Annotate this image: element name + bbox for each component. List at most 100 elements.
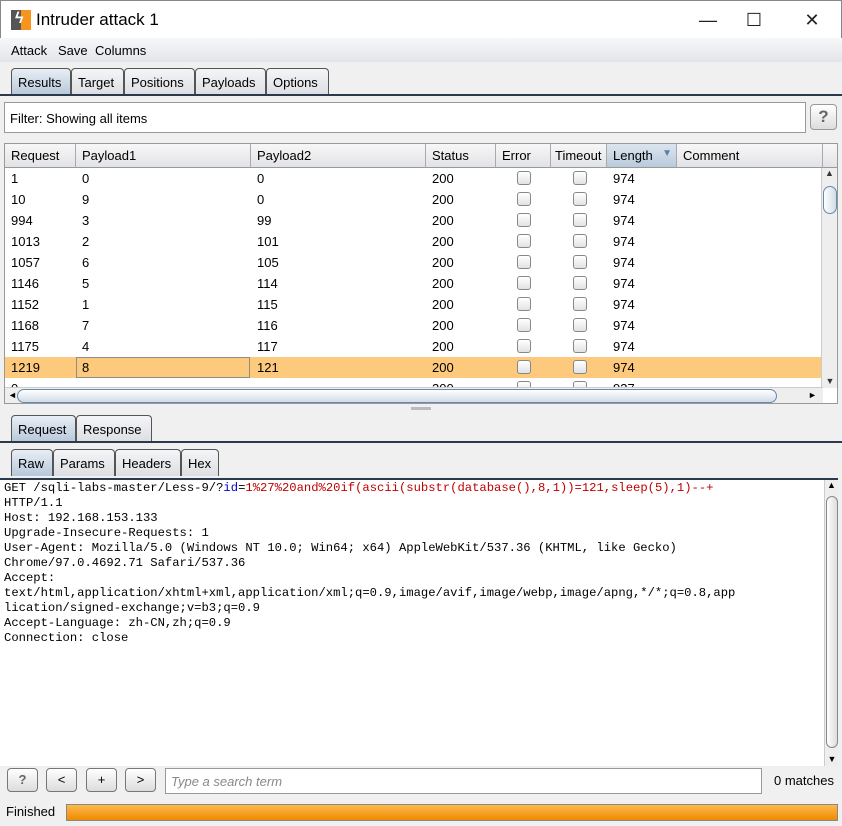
tab-request[interactable]: Request bbox=[11, 415, 76, 442]
column-header-length-label: Length bbox=[613, 148, 653, 163]
editor-scroll-thumb[interactable] bbox=[826, 496, 838, 748]
timeout-checkbox bbox=[573, 318, 587, 332]
search-help-button[interactable]: ? bbox=[7, 768, 38, 792]
column-header-error[interactable]: Error bbox=[496, 144, 551, 168]
column-header-payload1[interactable]: Payload1 bbox=[76, 144, 251, 168]
horizontal-scroll-thumb[interactable] bbox=[17, 389, 777, 403]
column-header-status[interactable]: Status bbox=[426, 144, 496, 168]
cell-status: 200 bbox=[432, 192, 454, 207]
cell-payload2: 105 bbox=[257, 255, 279, 270]
maximize-button[interactable]: ☐ bbox=[731, 7, 777, 33]
search-next-button[interactable]: > bbox=[125, 768, 156, 792]
column-header-comment[interactable]: Comment bbox=[677, 144, 823, 168]
request-header-line: Accept-Language: zh-CN,zh;q=0.9 bbox=[4, 616, 231, 630]
request-header-line: HTTP/1.1 bbox=[4, 496, 63, 510]
tab-divider bbox=[0, 94, 842, 96]
cell-request: 1013 bbox=[11, 234, 40, 249]
cell-payload1: 7 bbox=[82, 318, 90, 333]
cell-payload1: 5 bbox=[82, 276, 90, 291]
cell-payload1: 0 bbox=[82, 171, 90, 186]
menu-save[interactable]: Save bbox=[58, 43, 88, 58]
error-checkbox bbox=[517, 192, 531, 206]
cell-length: 974 bbox=[613, 297, 635, 312]
menu-columns[interactable]: Columns bbox=[95, 43, 146, 58]
request-header-line: Accept: bbox=[4, 571, 56, 585]
split-pane-divider[interactable] bbox=[411, 407, 431, 410]
timeout-checkbox bbox=[573, 192, 587, 206]
scroll-up-icon[interactable]: ▲ bbox=[822, 168, 837, 178]
title-bar: ϟ Intruder attack 1 — ☐ ✕ bbox=[0, 0, 842, 38]
scroll-down-icon[interactable]: ▼ bbox=[822, 376, 837, 386]
search-match-count: 0 matches bbox=[774, 773, 834, 788]
table-row[interactable]: 1057 6 105 200 974 bbox=[5, 252, 823, 273]
request-line: GET /sqli-labs-master/Less-9/?id=1%27%20… bbox=[4, 481, 713, 496]
tab-hex[interactable]: Hex bbox=[181, 449, 219, 476]
cell-payload2: 114 bbox=[257, 276, 278, 291]
menu-attack[interactable]: Attack bbox=[11, 43, 47, 58]
table-row[interactable]: 1175 4 117 200 974 bbox=[5, 336, 823, 357]
cell-request: 1175 bbox=[11, 339, 39, 354]
cell-payload2: 117 bbox=[257, 339, 278, 354]
tab-options[interactable]: Options bbox=[266, 68, 329, 95]
column-header-payload2[interactable]: Payload2 bbox=[251, 144, 426, 168]
editor-scroll-down-icon[interactable]: ▼ bbox=[825, 754, 839, 764]
error-checkbox bbox=[517, 213, 531, 227]
tab-params[interactable]: Params bbox=[53, 449, 115, 476]
cell-status: 200 bbox=[432, 297, 454, 312]
tab-response[interactable]: Response bbox=[76, 415, 152, 442]
table-row[interactable]: 1152 1 115 200 974 bbox=[5, 294, 823, 315]
cell-length: 974 bbox=[613, 171, 635, 186]
cell-payload2: 101 bbox=[257, 234, 279, 249]
table-row[interactable]: 1 0 0 200 974 bbox=[5, 168, 823, 189]
table-horizontal-scrollbar[interactable]: ◄ ► bbox=[5, 387, 823, 403]
table-row[interactable]: 1013 2 101 200 974 bbox=[5, 231, 823, 252]
cell-payload1: 1 bbox=[82, 297, 90, 312]
search-add-button[interactable]: + bbox=[86, 768, 117, 792]
table-row[interactable]: 1219 8 121 200 974 bbox=[5, 357, 823, 378]
menu-bar: Attack Save Columns bbox=[0, 38, 842, 62]
table-vertical-scrollbar[interactable]: ▲ ▼ bbox=[821, 168, 837, 388]
cell-status: 200 bbox=[432, 276, 454, 291]
editor-scroll-up-icon[interactable]: ▲ bbox=[825, 480, 838, 490]
request-header-line: Upgrade-Insecure-Requests: 1 bbox=[4, 526, 209, 540]
cell-length: 974 bbox=[613, 339, 635, 354]
cell-payload2: 115 bbox=[257, 297, 278, 312]
cell-request: 1168 bbox=[11, 318, 39, 333]
table-row[interactable]: 994 3 99 200 974 bbox=[5, 210, 823, 231]
column-header-timeout[interactable]: Timeout bbox=[551, 144, 607, 168]
help-button[interactable]: ? bbox=[810, 104, 837, 130]
column-header-length[interactable]: Length ▼ bbox=[607, 144, 677, 168]
vertical-scroll-thumb[interactable] bbox=[823, 186, 837, 214]
results-table: Request Payload1 Payload2 Status Error T… bbox=[4, 143, 838, 404]
request-header-line: lication/signed-exchange;v=b3;q=0.9 bbox=[4, 601, 260, 615]
table-row[interactable]: 1146 5 114 200 974 bbox=[5, 273, 823, 294]
search-input[interactable]: Type a search term bbox=[165, 768, 762, 794]
editor-scrollbar[interactable]: ▲ ▼ bbox=[824, 480, 838, 766]
tab-positions[interactable]: Positions bbox=[124, 68, 195, 95]
request-editor[interactable]: GET /sqli-labs-master/Less-9/?id=1%27%20… bbox=[0, 478, 838, 766]
cell-request: 10 bbox=[11, 192, 26, 207]
search-prev-button[interactable]: < bbox=[46, 768, 77, 792]
table-row[interactable]: 10 9 0 200 974 bbox=[5, 189, 823, 210]
cell-length: 974 bbox=[613, 318, 635, 333]
cell-status: 200 bbox=[432, 255, 454, 270]
request-header-line: User-Agent: Mozilla/5.0 (Windows NT 10.0… bbox=[4, 541, 677, 555]
filter-bar[interactable]: Filter: Showing all items bbox=[4, 102, 806, 133]
tab-results[interactable]: Results bbox=[11, 68, 71, 95]
tab-payloads[interactable]: Payloads bbox=[195, 68, 266, 95]
focused-cell bbox=[76, 357, 250, 378]
cell-status: 200 bbox=[432, 339, 454, 354]
tab-headers[interactable]: Headers bbox=[115, 449, 181, 476]
cell-status: 200 bbox=[432, 360, 454, 375]
tab-raw[interactable]: Raw bbox=[11, 449, 53, 476]
close-button[interactable]: ✕ bbox=[789, 7, 835, 33]
cell-payload1: 6 bbox=[82, 255, 90, 270]
minimize-button[interactable]: — bbox=[685, 7, 731, 33]
scroll-right-icon[interactable]: ► bbox=[808, 390, 817, 400]
column-header-request[interactable]: Request bbox=[5, 144, 76, 168]
scroll-left-icon[interactable]: ◄ bbox=[8, 390, 17, 400]
cell-status: 200 bbox=[432, 318, 454, 333]
table-row[interactable]: 1168 7 116 200 974 bbox=[5, 315, 823, 336]
tab-target[interactable]: Target bbox=[71, 68, 124, 95]
cell-payload1: 3 bbox=[82, 213, 90, 228]
